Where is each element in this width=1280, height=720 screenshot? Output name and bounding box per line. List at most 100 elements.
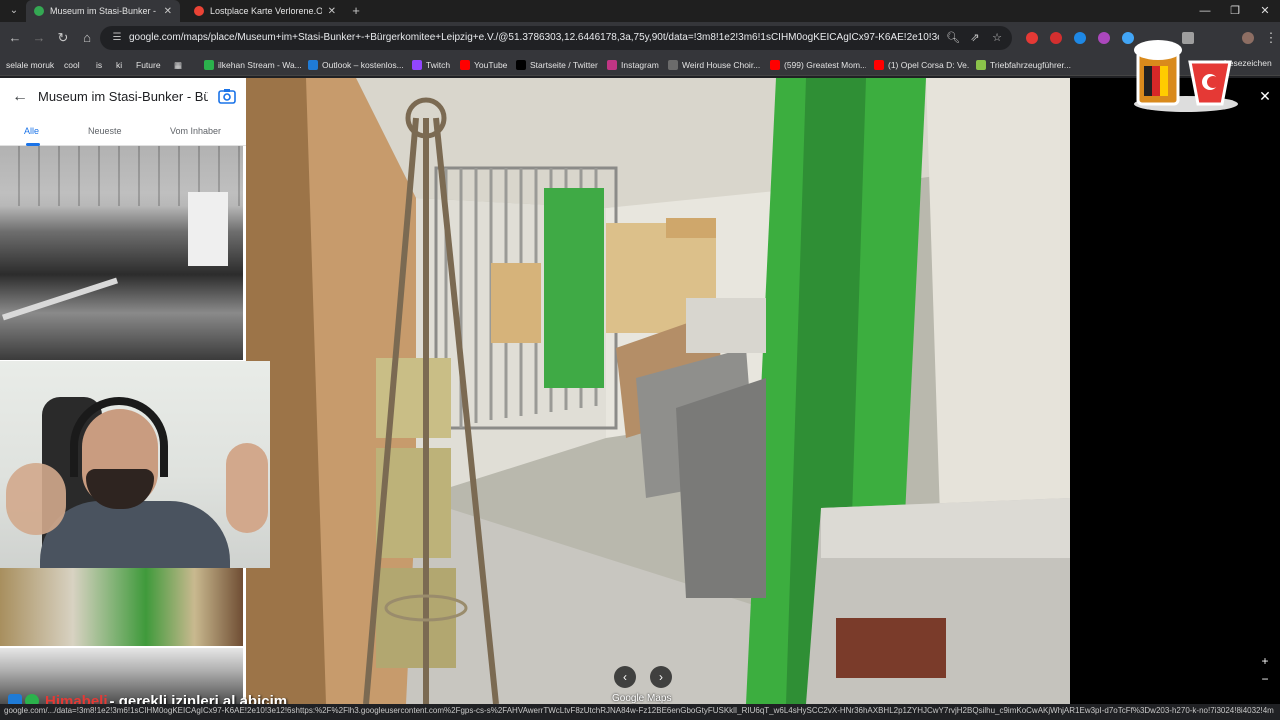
browser-tab-lostplace[interactable]: Lostplace Karte Verlorene.Orte ✕ [186,0,344,22]
outlook-icon [308,60,318,70]
tab-title: Museum im Stasi-Bunker - Bürg [50,6,158,16]
bookmark-folder[interactable]: Future [136,58,166,72]
bookmark-label: Twitch [426,60,451,70]
bookmark-label: selale moruk [6,60,55,70]
apps-grid-icon[interactable]: ▦ [174,58,190,72]
photo-thumbnail[interactable] [0,568,243,646]
bookmark-label: Triebfahrzeugführer... [990,60,1071,70]
bookmark-item[interactable]: (599) Greatest Mom... [770,58,866,72]
youtube-icon [874,60,884,70]
status-url: google.com/.../data=!3m8!1e2!3m6!1sCIHM0… [4,706,1274,715]
zoom-in-icon[interactable]: + [1258,654,1272,668]
extension-icon[interactable] [1098,32,1110,44]
url-text[interactable]: google.com/maps/place/Museum+im+Stasi-Bu… [129,32,939,43]
window-close-icon[interactable]: ✕ [1250,0,1280,22]
side-black-area [1070,78,1280,704]
photo-detail [2,277,118,321]
new-tab-plus-icon[interactable]: + [348,2,364,20]
webcam-person [226,443,268,533]
extension-icon[interactable] [1026,32,1038,44]
bookmark-item[interactable]: Weird House Choir... [668,58,760,72]
bookmark-label: (1) Opel Corsa D: Ve... [888,60,970,70]
browser-toolbar: ← → ↻ ⌂ ☰ google.com/maps/place/Museum+i… [0,22,1280,54]
omnibox-actions: 🔍︎ ⇗ ☆ [946,30,1004,46]
tab-newest[interactable]: Neueste [88,126,122,136]
bookmark-item[interactable]: ilkehan Stream - Wa... [204,58,302,72]
browser-menu-icon[interactable]: ⋮ [1262,29,1280,47]
bookmark-label: (599) Greatest Mom... [784,60,866,70]
bookmark-folder[interactable]: ki [116,58,128,72]
tab-by-owner[interactable]: Vom Inhaber [170,126,221,136]
bunker-interior-image [246,78,1070,704]
home-icon[interactable]: ⌂ [78,29,96,47]
google-maps-logo: Google Maps [612,693,672,704]
youtube-icon [770,60,780,70]
bookmark-label: Future [136,60,161,70]
twitch-icon [412,60,422,70]
tab-title: Lostplace Karte Verlorene.Orte [210,6,322,16]
site-info-icon[interactable]: ☰ [110,31,124,45]
tab-search-chevron-icon[interactable]: ⌄ [6,3,22,19]
bookmark-favicon-icon [668,60,678,70]
bookmark-item[interactable]: Instagram [607,58,661,72]
maps-pin-favicon-icon [194,6,204,16]
bookmark-item[interactable]: (1) Opel Corsa D: Ve... [874,58,970,72]
bookmark-item[interactable]: Startseite / Twitter [516,58,602,72]
bookmark-label: Weird House Choir... [682,60,760,70]
profile-avatar[interactable] [1242,32,1254,44]
bookmark-item[interactable]: Triebfahrzeugführer... [976,58,1076,72]
stream-overlay-beer-tea-logo [1134,40,1238,112]
restore-icon[interactable]: ❐ [1220,0,1250,22]
cast-icon[interactable]: ⇗ [968,30,982,46]
zoom-out-icon[interactable]: − [1258,672,1272,686]
bookmark-item[interactable]: YouTube [460,58,512,72]
bookmark-favicon-icon [976,60,986,70]
webcam-person [40,501,230,568]
close-street-view-icon[interactable]: ✕ [1258,88,1272,104]
close-icon[interactable]: ✕ [164,6,172,17]
bookmark-label: Startseite / Twitter [530,60,598,70]
streamer-webcam [0,361,270,568]
extension-icon[interactable] [1074,32,1086,44]
zoom-search-icon[interactable]: 🔍︎ [946,30,960,46]
youtube-icon [460,60,470,70]
bookmarks-bar: selale moruk cool is ki Future ▦ ilkehan… [0,54,1280,76]
next-photo-chevron-right-icon[interactable]: › [650,666,672,688]
address-bar[interactable]: ☰ google.com/maps/place/Museum+im+Stasi-… [100,26,1012,50]
bookmark-label: YouTube [474,60,508,70]
webcam-person [6,463,66,535]
forward-icon[interactable]: → [30,29,48,47]
instagram-icon [607,60,617,70]
bookmark-item[interactable]: Twitch [412,58,456,72]
kick-icon [204,60,214,70]
bookmark-star-icon[interactable]: ☆ [990,30,1004,46]
bookmark-label: is [96,60,103,70]
close-icon[interactable]: ✕ [328,6,336,17]
add-photo-camera-icon[interactable] [218,88,236,104]
bookmark-item[interactable]: Outlook – kostenlos... [308,58,406,72]
street-view-photo[interactable] [246,78,1070,704]
minimize-icon[interactable]: — [1190,0,1220,22]
panel-header: ← Museum im Stasi-Bunker - Bü... [0,78,246,116]
back-arrow-icon[interactable]: ← [12,87,28,107]
bookmark-label: ki [116,60,123,70]
photo-thumbnail[interactable] [0,146,243,360]
browser-tab-maps[interactable]: Museum im Stasi-Bunker - Bürg ✕ [26,0,180,22]
bookmark-folder[interactable]: cool [64,58,86,72]
link-status-bar: google.com/.../data=!3m8!1e2!3m6!1sCIHM0… [0,704,1280,720]
previous-photo-chevron-left-icon[interactable]: ‹ [614,666,636,688]
bookmark-folder[interactable]: is [96,58,108,72]
reload-icon[interactable]: ↻ [54,29,72,47]
photo-filter-tabs: Alle Neueste Vom Inhaber [0,118,246,146]
tab-all[interactable]: Alle [24,126,39,136]
place-title: Museum im Stasi-Bunker - Bü... [38,89,208,104]
bookmark-label: ilkehan Stream - Wa... [218,60,302,70]
photo-detail [188,192,228,266]
browser-tab-strip: ⌄ Museum im Stasi-Bunker - Bürg ✕ Lostpl… [0,0,1280,22]
bookmark-folder[interactable]: selale moruk [6,58,58,72]
extension-icon[interactable] [1050,32,1062,44]
back-icon[interactable]: ← [6,29,24,47]
maps-favicon-icon [34,6,44,16]
window-controls: — ❐ ✕ [1190,0,1280,22]
x-twitter-icon [516,60,526,70]
